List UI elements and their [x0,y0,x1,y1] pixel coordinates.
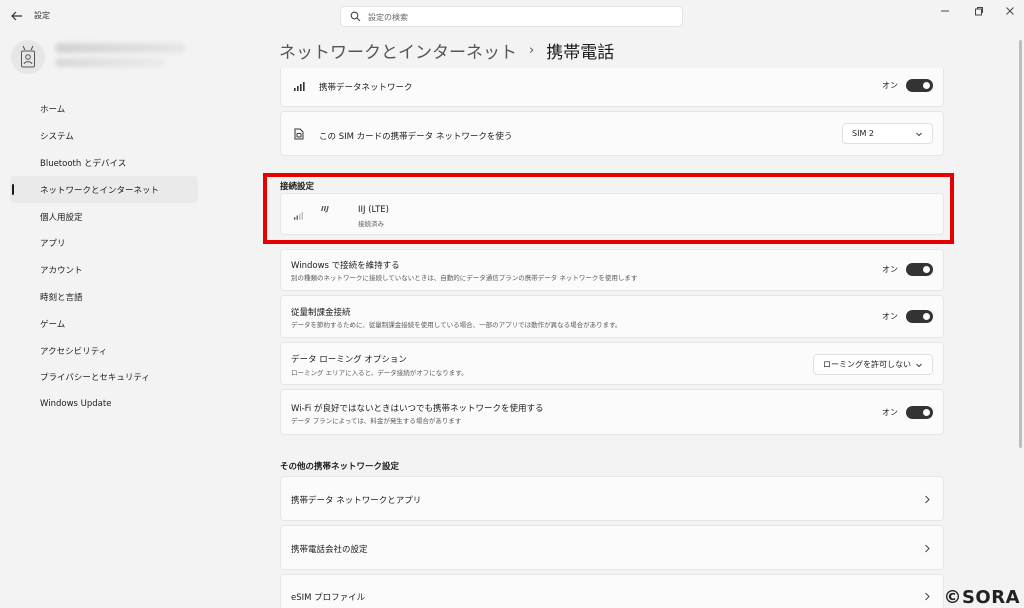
sidebar-item-home[interactable]: ホーム [10,96,198,123]
restore-icon[interactable] [972,4,986,18]
metered-toggle[interactable] [906,310,933,323]
wifi-poor-toggle[interactable] [906,406,933,419]
app-title: 設定 [34,11,50,20]
link-row-cellular-apps[interactable]: 携帯データ ネットワークとアプリ [280,476,944,521]
sidebar-item-apps[interactable]: アプリ [10,230,198,257]
scrollbar[interactable] [1019,40,1022,448]
roaming-sub: ローミング エリアに入ると、データ接続がオフになります。 [291,369,468,377]
sim-dropdown[interactable]: SIM 2 [842,123,933,144]
link-row-esim-profiles[interactable]: eSIM プロファイル [280,574,944,608]
account-name-blurred [55,43,185,53]
keep-connected-sub: 別の種類のネットワークに接続していないときは、自動的にデータ通信プランの携帯デー… [291,274,638,282]
search-box[interactable]: 設定の検索 [340,6,683,27]
wifi-poor-sub: データ プランによっては、料金が発生する場合があります [291,417,462,425]
chevron-right-icon [925,544,930,553]
roaming-dropdown[interactable]: ローミングを許可しない [813,354,933,375]
minimize-icon[interactable] [938,4,952,18]
watermark: ©SORA [943,587,1020,608]
keep-connected-toggle[interactable] [906,263,933,276]
search-icon [350,11,361,22]
cellular-data-title: 携帯データネットワーク [319,83,413,93]
sidebar-item-privacy[interactable]: プライバシーとセキュリティ [10,364,198,391]
highlight-annotation [263,173,954,244]
sim-select-row: この SIM カードの携帯データ ネットワークを使う SIM 2 [280,111,944,156]
toggle-state-label: オン [882,408,898,417]
chevron-right-icon [925,495,930,504]
keep-connected-row: Windows で接続を維持する 別の種類のネットワークに接続していないときは、… [280,249,944,291]
metered-toggle-wrap: オン [882,310,933,323]
roaming-row: データ ローミング オプション ローミング エリアに入ると、データ接続がオフにな… [280,342,944,385]
avatar[interactable] [11,40,45,74]
sidebar-item-personalization[interactable]: 個人用設定 [10,203,198,230]
search-placeholder: 設定の検索 [368,13,408,22]
wifi-poor-title: Wi-Fi が良好ではないときはいつでも携帯ネットワークを使用する [291,404,544,414]
toggle-state-label: オン [882,265,898,274]
breadcrumb-separator: › [529,43,535,58]
keep-connected-title: Windows で接続を維持する [291,261,400,271]
link-row-carrier-settings[interactable]: 携帯電話会社の設定 [280,525,944,570]
roaming-dropdown-value: ローミングを許可しない [823,360,911,369]
sim-card-icon [294,128,304,140]
link-label: 携帯電話会社の設定 [291,545,368,555]
metered-sub: データを節約するために、従量制課金接続を使用している場合、一部のアプリでは動作が… [291,321,622,329]
link-label: eSIM プロファイル [291,593,366,603]
close-icon[interactable] [1003,4,1017,18]
chevron-right-icon [925,592,930,601]
cellular-data-row: 携帯データネットワーク オン [280,68,944,107]
sim-dropdown-value: SIM 2 [852,129,874,138]
keep-connected-toggle-wrap: オン [882,263,933,276]
chevron-down-icon [916,363,922,368]
breadcrumb-parent[interactable]: ネットワークとインターネット [279,38,517,63]
wifi-poor-toggle-wrap: オン [882,406,933,419]
metered-title: 従量制課金接続 [291,308,351,318]
sidebar-item-accessibility[interactable]: アクセシビリティ [10,337,198,364]
sidebar-item-windows-update[interactable]: Windows Update [10,391,198,418]
sim-select-title: この SIM カードの携帯データ ネットワークを使う [319,132,513,142]
signal-bars-icon [294,82,305,91]
sidebar-item-gaming[interactable]: ゲーム [10,310,198,337]
link-label: 携帯データ ネットワークとアプリ [291,496,422,506]
sidebar-item-accounts[interactable]: アカウント [10,257,198,284]
chevron-down-icon [916,132,922,137]
page-title: 携帯電話 [546,43,615,63]
title-bar: 設定 設定の検索 [0,0,1024,32]
sidebar-item-network[interactable]: ネットワークとインターネット [10,176,198,204]
breadcrumb: ネットワークとインターネット › 携帯電話 [279,38,614,63]
sidebar-nav: ホーム システム Bluetooth とデバイス ネットワークとインターネット … [10,96,198,418]
cellular-data-toggle-wrap: オン [882,79,933,92]
cellular-data-toggle[interactable] [906,79,933,92]
sidebar-item-bluetooth[interactable]: Bluetooth とデバイス [10,150,198,177]
sidebar-item-system[interactable]: システム [10,123,198,150]
account-email-blurred [55,58,165,67]
toggle-state-label: オン [882,312,898,321]
sidebar-item-time-language[interactable]: 時刻と言語 [10,284,198,311]
roaming-title: データ ローミング オプション [291,355,407,365]
back-arrow-icon[interactable] [10,9,24,23]
other-section-label: その他の携帯ネットワーク設定 [280,462,400,472]
wifi-poor-row: Wi-Fi が良好ではないときはいつでも携帯ネットワークを使用する データ プラ… [280,389,944,435]
user-icon [21,45,35,68]
metered-row: 従量制課金接続 データを節約するために、従量制課金接続を使用している場合、一部の… [280,295,944,338]
toggle-state-label: オン [882,81,898,90]
